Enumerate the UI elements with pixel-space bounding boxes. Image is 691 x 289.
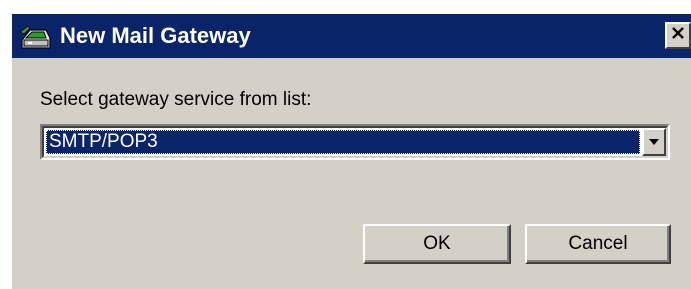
cancel-button[interactable]: Cancel — [525, 224, 671, 264]
title-bar[interactable]: New Mail Gateway — [12, 14, 691, 58]
mail-gateway-icon — [18, 24, 54, 52]
close-button[interactable] — [665, 22, 691, 49]
selected-gateway-value[interactable]: SMTP/POP3 — [46, 130, 640, 154]
close-icon — [671, 26, 685, 45]
gateway-service-label: Select gateway service from list: — [40, 89, 312, 110]
gateway-service-select[interactable]: SMTP/POP3 — [40, 124, 670, 160]
dropdown-button[interactable] — [642, 128, 666, 156]
cancel-button-label: Cancel — [568, 233, 628, 254]
ok-button-label: OK — [423, 233, 451, 254]
chevron-down-icon — [648, 133, 660, 151]
select-inner-border: SMTP/POP3 — [42, 126, 668, 158]
ok-button[interactable]: OK — [363, 224, 511, 264]
dialog-title: New Mail Gateway — [60, 23, 251, 48]
new-mail-gateway-dialog: New Mail Gateway Select gateway service … — [10, 12, 691, 289]
